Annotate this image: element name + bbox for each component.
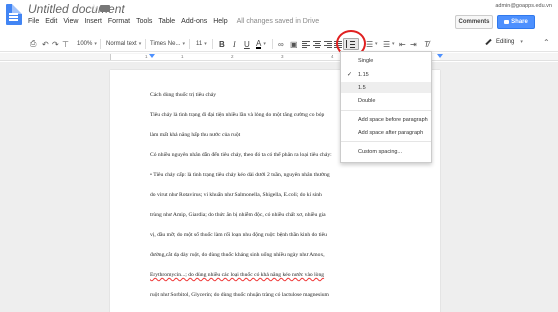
menu-item-label: 1.15 xyxy=(358,71,369,78)
font-value: Times Ne... xyxy=(150,41,181,47)
chevron-down-icon: ▾ xyxy=(138,41,142,47)
user-email[interactable]: admin@goapps.edu.vn xyxy=(495,3,552,9)
comment-icon[interactable]: ▣ xyxy=(290,39,298,49)
toolbar-divider xyxy=(189,39,190,49)
ruler-number: 3 xyxy=(281,54,284,59)
menu-file[interactable]: File xyxy=(25,18,42,25)
menu-item-label: Custom spacing... xyxy=(358,148,403,155)
menu-divider xyxy=(341,110,431,111)
star-icon[interactable]: ☆ xyxy=(89,2,99,15)
chevron-down-icon[interactable]: ▾ xyxy=(373,39,378,49)
menu-insert[interactable]: Insert xyxy=(81,18,105,25)
toolbar-divider xyxy=(212,39,213,49)
menu-tools[interactable]: Tools xyxy=(133,18,155,25)
share-button[interactable]: Share xyxy=(497,15,535,29)
zoom-select[interactable]: 100% ▾ xyxy=(77,39,97,49)
menu-item-single[interactable]: Single xyxy=(341,55,431,66)
text-color-button[interactable]: A ▾ xyxy=(256,39,266,49)
chevron-down-icon: ▾ xyxy=(94,41,97,47)
paragraph[interactable]: đường,cắt dạ dày ruột, do dùng thuốc khá… xyxy=(150,252,450,272)
check-icon: ✓ xyxy=(347,72,353,78)
underline-button[interactable]: U xyxy=(244,39,250,49)
paragraph[interactable]: vị, dầu mỡ; do một số thuốc làm rối loạn… xyxy=(150,232,450,252)
menu-item-1-15[interactable]: ✓ 1.15 xyxy=(341,69,431,80)
menu-item-add-space-after[interactable]: Add space after paragraph xyxy=(341,127,431,138)
undo-icon[interactable]: ↶ xyxy=(42,39,49,49)
align-left-icon[interactable] xyxy=(302,39,310,49)
print-icon[interactable]: ⎙ xyxy=(30,39,36,49)
share-label: Share xyxy=(511,19,528,25)
menu-item-label: 1.5 xyxy=(358,84,366,91)
menu-bar: File Edit View Insert Format Tools Table… xyxy=(25,18,319,25)
menu-item-double[interactable]: Double xyxy=(341,95,431,106)
paragraph[interactable]: trùng như Amip, Giardia; do thức ăn bị n… xyxy=(150,212,450,232)
menu-addons[interactable]: Add-ons xyxy=(178,18,210,25)
menu-help[interactable]: Help xyxy=(210,18,230,25)
save-status: All changes saved in Drive xyxy=(236,18,320,25)
app-header: Untitled document ☆ File Edit View Inser… xyxy=(0,0,558,36)
ruler-number: 2 xyxy=(231,54,234,59)
toolbar-divider xyxy=(272,39,273,49)
paragraph[interactable]: • Tiêu chảy cấp: là tình trạng tiêu chảy… xyxy=(150,172,450,192)
toolbar-divider xyxy=(145,39,146,49)
pencil-icon xyxy=(485,38,492,46)
chevron-down-icon[interactable]: ▾ xyxy=(390,39,395,49)
increase-indent-icon[interactable]: ⇥ xyxy=(410,39,417,49)
menu-item-label: Add space before paragraph xyxy=(358,116,428,123)
document-title[interactable]: Untitled document xyxy=(28,2,125,16)
indent-marker[interactable] xyxy=(149,54,155,58)
redo-icon[interactable]: ↷ xyxy=(52,39,59,49)
style-select[interactable]: Normal text ▾ xyxy=(106,39,141,49)
menu-table[interactable]: Table xyxy=(155,18,178,25)
decrease-indent-icon[interactable]: ⇤ xyxy=(399,39,406,49)
font-size-select[interactable]: 11 ▾ xyxy=(196,39,207,49)
toolbar: ⎙ ↶ ↷ ⊤ 100% ▾ Normal text ▾ Times Ne...… xyxy=(0,36,558,52)
paragraph[interactable]: do virut như Rotavirus; vi khuẩn như Sal… xyxy=(150,192,450,212)
line-spacing-menu: Single ✓ 1.15 1.5 Double Add space befor… xyxy=(340,51,432,163)
ruler-number: 1 xyxy=(145,54,148,59)
menu-item-custom-spacing[interactable]: Custom spacing... xyxy=(341,146,431,157)
docs-logo-icon[interactable] xyxy=(6,4,22,25)
chevron-down-icon: ▾ xyxy=(204,41,207,47)
menu-view[interactable]: View xyxy=(60,18,81,25)
editing-mode-select[interactable]: Editing ▾ xyxy=(485,38,523,46)
ruler: 1 1 2 3 4 xyxy=(0,53,558,61)
paragraph[interactable]: Erythromycin...; do dùng nhiều các loại … xyxy=(150,272,450,292)
document-canvas: Cách dùng thuốc trị tiêu chảy Tiêu chảy … xyxy=(0,62,558,312)
toolbar-divider xyxy=(100,39,101,49)
font-size-value: 11 xyxy=(196,41,203,47)
right-indent-marker[interactable] xyxy=(437,54,443,58)
menu-item-1-5[interactable]: 1.5 xyxy=(341,82,431,93)
style-value: Normal text xyxy=(106,41,137,47)
menu-edit[interactable]: Edit xyxy=(42,18,60,25)
chevron-down-icon: ▾ xyxy=(182,41,185,47)
menu-item-label: Add space after paragraph xyxy=(358,129,424,136)
menu-divider xyxy=(341,141,431,142)
menu-item-label: Single xyxy=(358,57,374,64)
align-center-icon[interactable] xyxy=(313,39,321,49)
ruler-number: 1 xyxy=(181,54,184,59)
chevron-down-icon: ▾ xyxy=(263,41,266,47)
paint-format-icon[interactable]: ⊤ xyxy=(62,39,69,49)
ruler-number: 4 xyxy=(331,54,334,59)
italic-button[interactable]: I xyxy=(233,39,236,49)
folder-icon[interactable] xyxy=(100,5,110,12)
link-icon[interactable]: ∞ xyxy=(278,39,284,49)
menu-item-add-space-before[interactable]: Add space before paragraph xyxy=(341,114,431,125)
menu-item-label: Double xyxy=(358,97,376,104)
lock-icon xyxy=(504,20,510,24)
menu-format[interactable]: Format xyxy=(105,18,133,25)
font-select[interactable]: Times Ne... ▾ xyxy=(150,39,185,49)
clear-formatting-icon[interactable]: T̸ xyxy=(424,39,429,49)
align-right-icon[interactable] xyxy=(324,39,332,49)
collapse-toolbar-icon[interactable]: ⌃ xyxy=(543,38,550,47)
bold-button[interactable]: B xyxy=(219,39,225,49)
chevron-down-icon: ▾ xyxy=(520,39,523,45)
paragraph[interactable]: ruột như Sorbitol, Glycerin; do dùng thu… xyxy=(150,292,450,312)
editing-label: Editing xyxy=(496,39,515,45)
zoom-value: 100% xyxy=(77,41,93,47)
comments-button[interactable]: Comments xyxy=(455,15,493,29)
text-color-letter: A xyxy=(256,38,262,49)
